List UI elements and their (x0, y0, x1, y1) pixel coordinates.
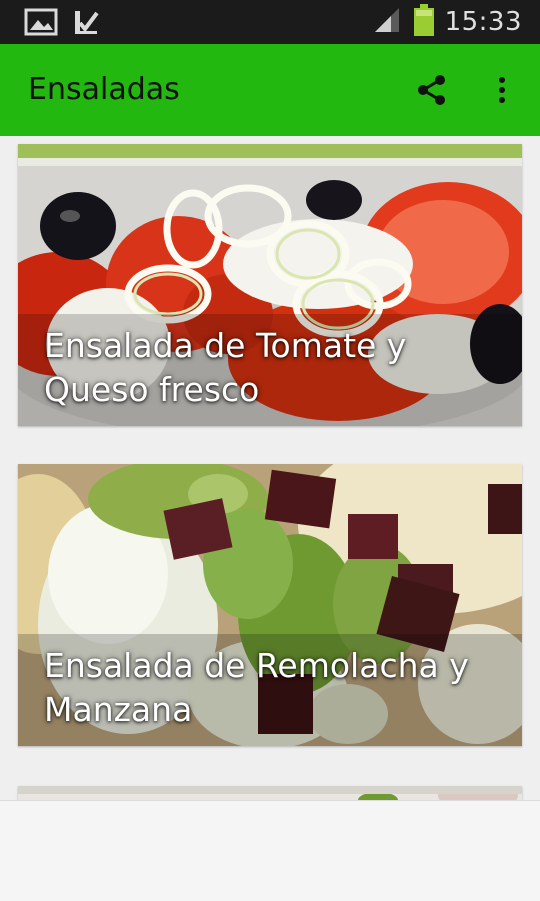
status-bar: 15:33 (0, 0, 540, 44)
overflow-menu-button[interactable] (490, 72, 514, 108)
page-title: Ensaladas (28, 72, 180, 107)
recipe-title: Ensalada de Tomate y Queso fresco (44, 326, 407, 409)
recipe-list[interactable]: Ensalada de Tomate y Queso fresco Ensala… (0, 136, 540, 800)
signal-icon (373, 6, 403, 38)
bottom-panel (0, 800, 540, 901)
system-icons: 15:33 (373, 0, 522, 44)
clock: 15:33 (444, 7, 522, 37)
recipe-title: Ensalada de Remolacha y Manzana (44, 646, 469, 729)
battery-icon (413, 3, 435, 41)
recipe-card[interactable]: Ensalada de Remolacha y Manzana (18, 464, 522, 746)
recipe-image (18, 786, 522, 800)
recipe-card[interactable]: Ensalada de Tomate y Queso fresco (18, 144, 522, 426)
app-bar: Ensaladas (0, 44, 540, 136)
share-button[interactable] (414, 72, 450, 108)
overflow-menu-icon (499, 77, 505, 103)
notification-icons (24, 7, 100, 41)
share-icon (418, 75, 445, 105)
recipe-card[interactable] (18, 786, 522, 800)
download-done-icon (72, 7, 100, 41)
image-icon (24, 7, 58, 41)
